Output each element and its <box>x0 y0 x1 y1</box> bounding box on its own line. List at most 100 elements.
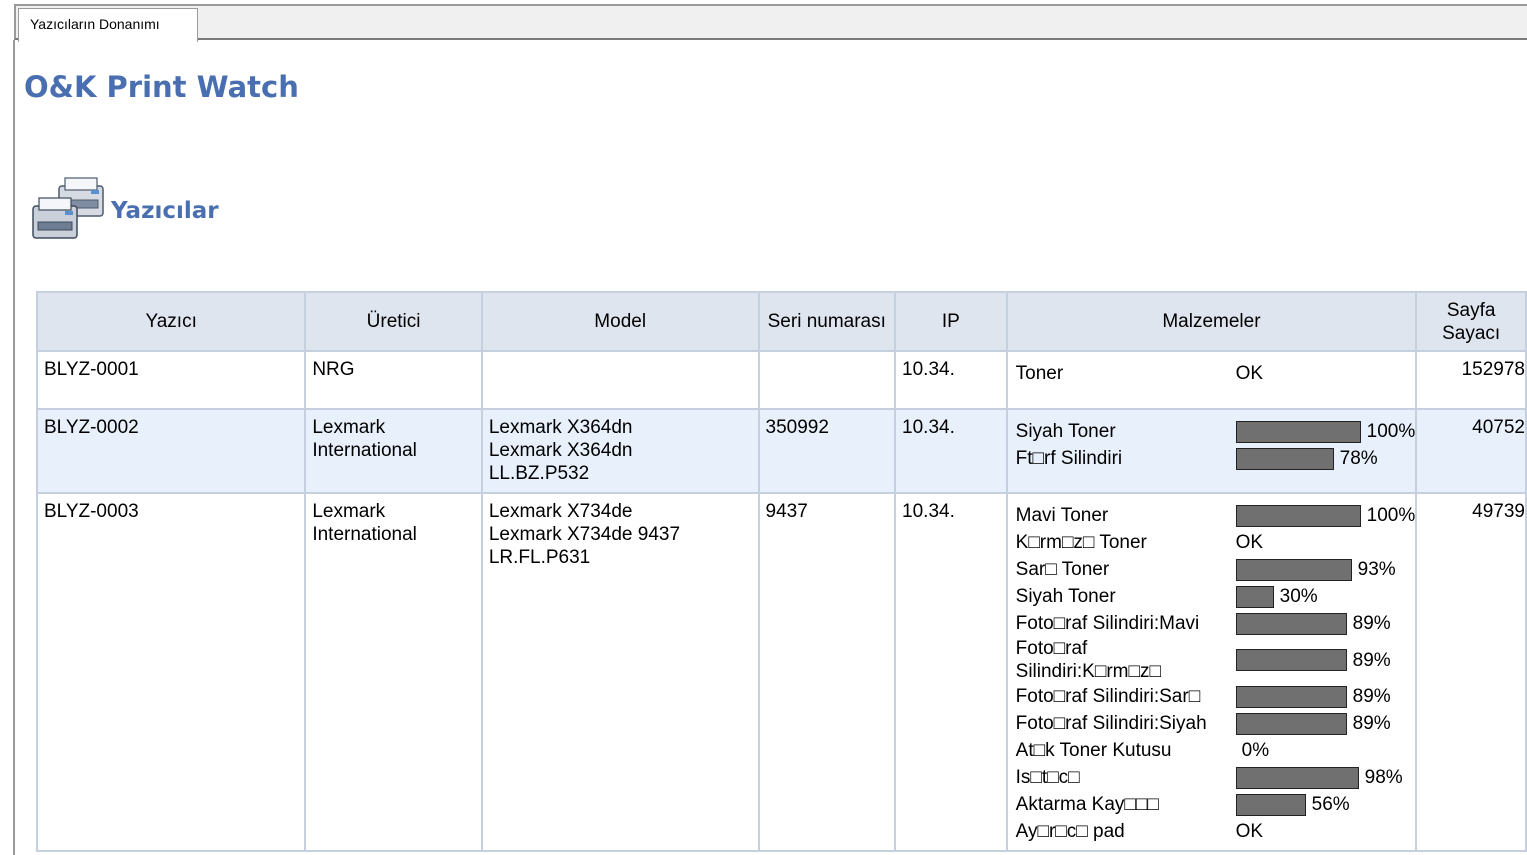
supply-name: Ft□rf Silindiri <box>1015 448 1123 469</box>
supplies-cell: Toner OK <box>1005 350 1418 410</box>
printer-name: BLYZ-0003 <box>35 492 307 852</box>
supply-name: Mavi Toner <box>1015 505 1109 526</box>
supply-level: 93% <box>1235 558 1396 581</box>
ip-cell: 10.34. <box>894 408 1008 494</box>
supply-percent: 89% <box>1352 686 1391 707</box>
maker-cell: NRG <box>304 350 483 410</box>
supply-level: 100% <box>1235 420 1415 443</box>
supply-status: OK <box>1235 821 1264 842</box>
supply-level: 89% <box>1235 685 1391 708</box>
table-row[interactable]: BLYZ-0001 NRG 10.34. Toner OK 152978 <box>35 350 1527 410</box>
supplies-cell: Mavi Toner 100% K□rm□z□ Toner OK Sar□ Toner 9… <box>1005 492 1418 852</box>
printer-name: BLYZ-0001 <box>35 350 307 410</box>
supply-name: Foto□raf Silindiri:K□rm□z□ <box>1015 638 1161 682</box>
serial-cell: 350992 <box>757 408 897 494</box>
model-cell: Lexmark X734de Lexmark X734de 9437 LR.FL.P… <box>480 492 760 852</box>
supply-item: Siyah Toner 30% <box>1016 583 1416 610</box>
supply-level: 89% <box>1235 612 1391 635</box>
supply-percent: 78% <box>1339 448 1378 469</box>
supply-percent: 30% <box>1279 586 1318 607</box>
supply-level-bar <box>1235 447 1334 470</box>
supply-item: Siyah Toner 100% <box>1015 418 1415 445</box>
supply-name: Toner <box>1015 363 1064 384</box>
col-header-serial[interactable]: Seri numarası <box>757 291 897 352</box>
supply-level: 98% <box>1235 766 1403 789</box>
supply-percent: 0% <box>1241 740 1270 761</box>
supply-item: Is□t□c□ 98% <box>1016 764 1416 791</box>
supply-name: Siyah Toner <box>1015 421 1116 442</box>
supply-status: OK <box>1235 363 1264 384</box>
supply-percent: 98% <box>1364 767 1403 788</box>
col-header-maker[interactable]: Üretici <box>304 291 483 352</box>
supply-name: Foto□raf Silindiri:Sar□ <box>1015 686 1201 707</box>
maker-cell: Lexmark International <box>304 492 483 852</box>
section-title: Yazıcılar <box>111 198 219 224</box>
supply-item: Foto□raf Silindiri:K□rm□z□ 89% <box>1016 637 1416 683</box>
supply-level-bar <box>1235 685 1347 708</box>
printers-icon <box>32 177 104 239</box>
col-header-ip[interactable]: IP <box>894 291 1008 352</box>
supply-level: 56% <box>1235 793 1350 816</box>
supply-level-bar <box>1235 585 1274 608</box>
model-line: Lexmark X734de 9437 <box>488 524 681 545</box>
supply-level: 89% <box>1235 649 1391 672</box>
supply-name: At□k Toner Kutusu <box>1015 740 1172 761</box>
col-header-printer[interactable]: Yazıcı <box>35 291 307 352</box>
ip-cell: 10.34. <box>894 350 1008 410</box>
supply-item: Mavi Toner 100% <box>1015 502 1415 529</box>
supply-level: 30% <box>1235 585 1318 608</box>
supply-percent: 89% <box>1352 713 1391 734</box>
supply-name: K□rm□z□ Toner <box>1015 532 1147 553</box>
supply-name: Sar□ Toner <box>1015 559 1110 580</box>
supply-percent: 56% <box>1311 794 1350 815</box>
supply-level: 89% <box>1235 712 1391 735</box>
app-title: O&K Print Watch <box>24 70 299 104</box>
supply-name: Aktarma Kay□□□ <box>1015 794 1159 815</box>
supply-name: Ay□r□c□ pad <box>1015 821 1125 842</box>
supply-level-bar <box>1235 612 1347 635</box>
supply-level-bar <box>1235 649 1347 671</box>
table-row[interactable]: BLYZ-0003 Lexmark International Lexmark X7… <box>35 492 1527 852</box>
supply-name: Siyah Toner <box>1015 586 1116 607</box>
table-header-row: Yazıcı Üretici Model Seri numarası IP Ma… <box>35 291 1527 352</box>
supply-level: 0% <box>1236 739 1269 762</box>
supply-percent: 89% <box>1352 649 1391 671</box>
page-counter: 40752 <box>1415 408 1527 494</box>
supply-name: Foto□raf Silindiri:Siyah <box>1015 713 1207 734</box>
supply-level: OK <box>1236 362 1263 385</box>
col-header-supplies[interactable]: Malzemeler <box>1005 291 1418 352</box>
serial-cell <box>757 350 897 410</box>
supply-item: K□rm□z□ Toner OK <box>1016 529 1416 556</box>
left-border <box>13 40 15 855</box>
supply-level-bar <box>1235 558 1352 581</box>
supply-level: OK <box>1236 820 1263 843</box>
supply-item: Aktarma Kay□□□ 56% <box>1016 791 1416 818</box>
supply-level-bar <box>1235 504 1361 527</box>
maker-cell: Lexmark International <box>304 408 483 494</box>
supply-level: 78% <box>1235 447 1378 470</box>
supply-item: Foto□raf Silindiri:Siyah 89% <box>1016 710 1416 737</box>
model-line: LR.FL.P631 <box>488 547 591 568</box>
model-line: Lexmark X364dn <box>488 417 633 438</box>
supply-percent: 89% <box>1352 613 1391 634</box>
col-header-model[interactable]: Model <box>480 291 760 352</box>
supply-name: Is□t□c□ <box>1015 767 1080 788</box>
supply-level-bar <box>1235 793 1306 816</box>
table-row[interactable]: BLYZ-0002 Lexmark International Lexmark X3… <box>35 408 1527 494</box>
model-line: Lexmark X364dn <box>488 440 633 461</box>
supply-level: 100% <box>1235 504 1415 527</box>
supply-item: At□k Toner Kutusu 0% <box>1016 737 1416 764</box>
supply-name: Foto□raf Silindiri:Mavi <box>1015 613 1200 634</box>
supply-level-bar <box>1235 766 1359 789</box>
model-line: LL.BZ.P532 <box>488 463 590 484</box>
printer-name: BLYZ-0002 <box>35 408 307 494</box>
ip-cell: 10.34. <box>894 492 1008 852</box>
supply-item: Ft□rf Silindiri 78% <box>1016 445 1416 472</box>
supply-level: OK <box>1236 531 1263 554</box>
supply-item: Ay□r□c□ pad OK <box>1016 818 1416 845</box>
page-counter: 152978 <box>1415 350 1527 410</box>
col-header-page-counter[interactable]: Sayfa Sayacı <box>1415 291 1527 352</box>
tab-printer-hardware[interactable]: Yazıcıların Donanımı <box>18 8 198 42</box>
page-counter: 49739 <box>1415 492 1527 852</box>
supply-level-bar <box>1235 712 1347 735</box>
